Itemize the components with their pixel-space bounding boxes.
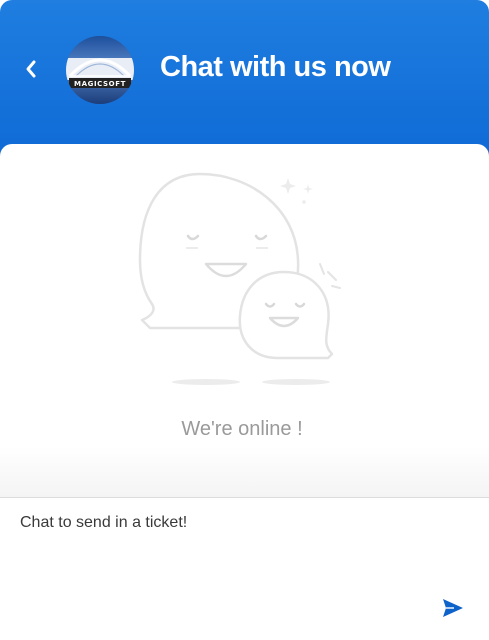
smiling-chat-bubbles-illustration: [138, 172, 341, 385]
header-title: Chat with us now: [160, 51, 391, 83]
send-icon: [443, 599, 463, 617]
send-button[interactable]: [440, 596, 466, 620]
magicsoft-logo: MAGICSOFT: [66, 36, 134, 104]
small-bubble: [238, 270, 334, 360]
chat-header: MAGICSOFT Chat with us now: [0, 0, 489, 160]
body-fade: [0, 446, 489, 498]
avatar: MAGICSOFT: [66, 36, 134, 104]
back-button[interactable]: [16, 54, 46, 84]
message-input[interactable]: [20, 514, 440, 594]
online-status-text: We're online !: [181, 418, 303, 440]
chevron-left-icon: [26, 60, 36, 78]
svg-text:MAGICSOFT: MAGICSOFT: [74, 80, 126, 88]
message-composer: [0, 497, 489, 640]
